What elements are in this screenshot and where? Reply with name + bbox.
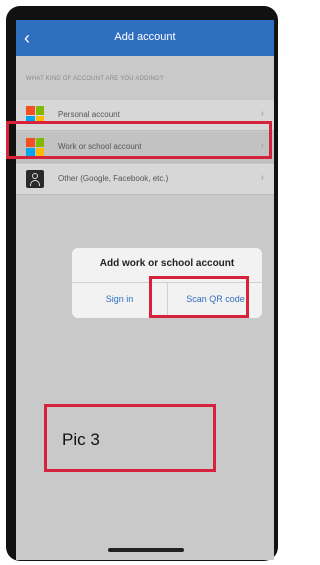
section-label: WHAT KIND OF ACCOUNT ARE YOU ADDING? <box>26 76 164 82</box>
person-icon <box>26 170 44 188</box>
page-title: Add account <box>114 31 176 43</box>
account-option-label: Other (Google, Facebook, etc.) <box>58 174 169 183</box>
caption-text: Pic 3 <box>62 430 100 449</box>
highlight-work-account <box>6 121 272 159</box>
home-indicator <box>108 548 184 552</box>
chevron-right-icon: › <box>260 172 264 183</box>
dialog-title: Add work or school account <box>99 258 235 269</box>
account-option-label: Personal account <box>58 110 120 119</box>
highlight-scan-qr <box>149 276 249 318</box>
account-option-other[interactable]: Other (Google, Facebook, etc.) › <box>16 164 274 195</box>
chevron-right-icon: › <box>260 108 264 119</box>
header-bar: ‹ Add account <box>16 20 274 56</box>
